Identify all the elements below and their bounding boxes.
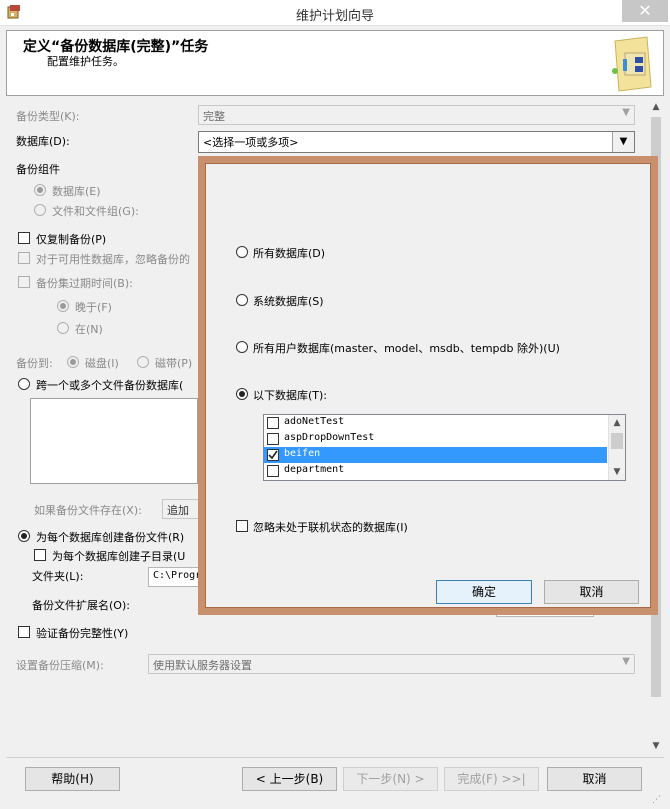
if-exists-select[interactable]: 追加	[162, 499, 202, 519]
ignore-offline-label: 忽略未处于联机状态的数据库(I)	[253, 521, 408, 534]
compression-value: 使用默认服务器设置	[153, 659, 252, 672]
backup-type-select[interactable]: 完整 ▼	[198, 105, 635, 125]
span-files-label: 跨一个或多个文件备份数据库(	[36, 379, 184, 392]
scroll-down-icon[interactable]: ▼	[609, 464, 625, 480]
backup-type-label: 备份类型(K):	[16, 110, 80, 123]
database-name: aspDropDownTest	[284, 432, 375, 443]
wizard-icon	[612, 36, 652, 92]
create-subdir-label: 为每个数据库创建子目录(U	[52, 550, 186, 563]
component-files-label: 文件和文件组(G):	[52, 205, 139, 218]
popup-cancel-button[interactable]: 取消	[544, 580, 639, 604]
user-databases-radio[interactable]	[236, 341, 248, 353]
component-database-label: 数据库(E)	[52, 185, 101, 198]
resize-grip-icon[interactable]: ⋰	[652, 795, 664, 807]
scroll-up-icon[interactable]: ▲	[648, 99, 664, 115]
scroll-thumb[interactable]	[611, 433, 623, 449]
system-databases-radio[interactable]	[236, 294, 248, 306]
database-select-panel: 所有数据库(D) 系统数据库(S) 所有用户数据库(master、model、m…	[205, 163, 651, 608]
expire-on-label: 在(N)	[75, 323, 103, 336]
list-item[interactable]: beifen	[264, 447, 607, 463]
compression-label: 设置备份压缩(M):	[16, 659, 104, 672]
database-name: department	[284, 464, 345, 475]
close-button[interactable]: ✕	[622, 0, 668, 22]
if-exists-label: 如果备份文件存在(X):	[34, 504, 142, 517]
if-exists-value: 追加	[167, 504, 189, 517]
database-select-popup: 所有数据库(D) 系统数据库(S) 所有用户数据库(master、model、m…	[198, 156, 658, 615]
backup-to-label: 备份到:	[16, 357, 53, 370]
availability-label: 对于可用性数据库，忽略备份的	[36, 253, 190, 266]
these-databases-radio[interactable]	[236, 388, 248, 400]
create-subdir-checkbox[interactable]	[34, 549, 46, 561]
database-checkbox[interactable]	[267, 465, 279, 477]
database-name: adoNetTest	[284, 416, 345, 427]
span-files-radio[interactable]	[18, 378, 30, 390]
database-value: <选择一项或多项>	[203, 136, 299, 149]
backup-to-disk-label: 磁盘(I)	[85, 357, 119, 370]
cancel-button[interactable]: 取消	[547, 767, 642, 791]
backup-component-label: 备份组件	[16, 163, 60, 176]
verify-checkbox[interactable]	[18, 626, 30, 638]
folder-input[interactable]: C:\Progr	[148, 567, 200, 587]
listbox-scrollbar[interactable]: ▲ ▼	[608, 415, 625, 480]
database-name: beifen	[284, 448, 321, 459]
copy-only-checkbox[interactable]	[18, 232, 30, 244]
finish-button[interactable]: 完成(F) >>|	[444, 767, 539, 791]
expire-checkbox[interactable]	[18, 276, 30, 288]
backup-to-disk-radio[interactable]	[67, 356, 79, 368]
window-title: 维护计划向导	[295, 9, 374, 24]
these-databases-label: 以下数据库(T):	[253, 389, 328, 402]
create-per-db-radio[interactable]	[18, 530, 30, 542]
title-bar: 维护计划向导 ✕	[0, 0, 670, 26]
footer-divider	[6, 757, 664, 758]
help-button[interactable]: 帮助(H)	[25, 767, 120, 791]
database-select[interactable]: <选择一项或多项> ▼	[198, 131, 635, 153]
user-databases-label: 所有用户数据库(master、model、msdb、tempdb 除外)(U)	[253, 342, 560, 355]
expire-label: 备份集过期时间(B):	[36, 277, 133, 290]
create-per-db-label: 为每个数据库创建备份文件(R)	[36, 531, 185, 544]
compression-select[interactable]: 使用默认服务器设置 ▼	[148, 654, 635, 674]
expire-after-label: 晚于(F)	[75, 301, 112, 314]
chevron-down-icon: ▼	[622, 656, 630, 667]
database-label: 数据库(D):	[16, 135, 70, 148]
backup-to-tape-radio[interactable]	[137, 356, 149, 368]
next-button[interactable]: 下一步(N) >	[343, 767, 438, 791]
check-icon	[268, 450, 278, 460]
database-checkbox[interactable]	[267, 449, 279, 461]
database-checkbox[interactable]	[267, 417, 279, 429]
copy-only-label: 仅复制备份(P)	[36, 233, 107, 246]
wizard-header: 定义“备份数据库(完整)”任务 配置维护任务。	[6, 30, 664, 96]
database-checkbox[interactable]	[267, 433, 279, 445]
all-databases-radio[interactable]	[236, 246, 248, 258]
database-listbox[interactable]: adoNetTest aspDropDownTest beifen depart…	[263, 414, 626, 481]
all-databases-label: 所有数据库(D)	[253, 247, 326, 260]
scroll-down-icon[interactable]: ▼	[648, 738, 664, 754]
ok-button[interactable]: 确定	[436, 580, 532, 604]
ignore-offline-checkbox[interactable]	[236, 520, 248, 532]
chevron-down-icon: ▼	[622, 107, 630, 118]
list-item[interactable]: adoNetTest	[264, 415, 607, 431]
component-database-radio[interactable]	[34, 184, 46, 196]
chevron-down-icon[interactable]: ▼	[612, 132, 634, 152]
backup-type-value: 完整	[203, 110, 225, 123]
list-item[interactable]: aspDropDownTest	[264, 431, 607, 447]
system-databases-label: 系统数据库(S)	[253, 295, 324, 308]
scroll-up-icon[interactable]: ▲	[609, 415, 625, 431]
list-item[interactable]: department	[264, 463, 607, 479]
component-files-radio[interactable]	[34, 204, 46, 216]
expire-on-radio[interactable]	[57, 322, 69, 334]
availability-checkbox[interactable]	[18, 252, 30, 264]
backup-files-list[interactable]	[30, 398, 198, 484]
extension-label: 备份文件扩展名(O):	[32, 599, 130, 612]
expire-after-radio[interactable]	[57, 300, 69, 312]
folder-label: 文件夹(L):	[32, 570, 84, 583]
page-subtitle: 配置维护任务。	[47, 55, 124, 68]
back-button[interactable]: < 上一步(B)	[242, 767, 337, 791]
backup-to-tape-label: 磁带(P)	[155, 357, 193, 370]
verify-label: 验证备份完整性(Y)	[36, 627, 129, 640]
